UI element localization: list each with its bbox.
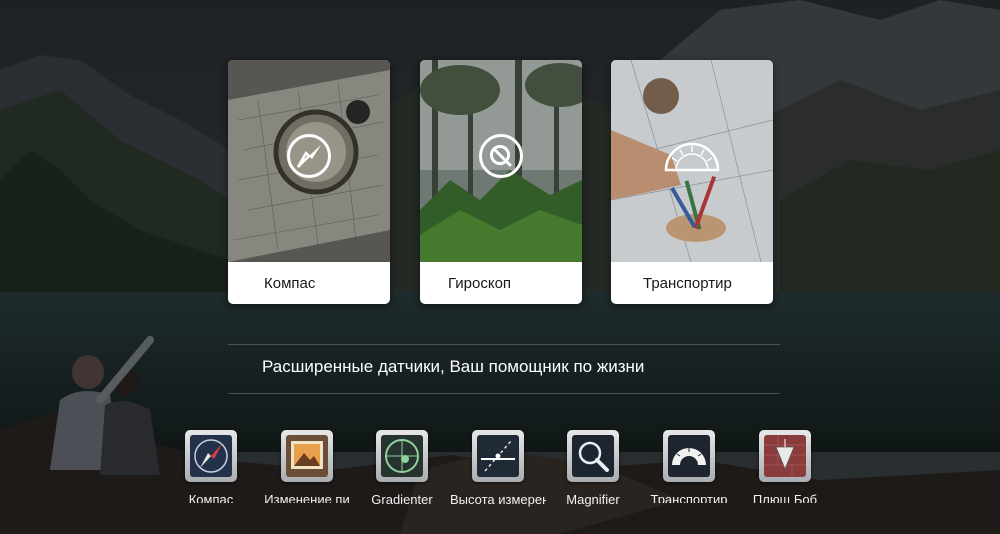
tool-label: Высота измерения bbox=[450, 492, 546, 507]
gyroscope-icon bbox=[479, 134, 523, 178]
divider-bottom bbox=[228, 393, 780, 394]
tool-label: Транспортир bbox=[650, 492, 728, 503]
tool-tile bbox=[663, 430, 715, 482]
feature-card-compass[interactable]: Компас bbox=[228, 60, 390, 304]
picture-frame-icon bbox=[286, 435, 328, 477]
tool-compass[interactable]: Компас bbox=[163, 430, 259, 510]
tool-tile bbox=[759, 430, 811, 482]
tool-height-measure[interactable]: Высота измерения bbox=[450, 430, 546, 510]
slogan-text: Расширенные датчики, Ваш помощник по жиз… bbox=[262, 357, 645, 376]
protractor-icon bbox=[668, 435, 710, 477]
card-label: Гироскоп bbox=[448, 275, 512, 292]
tool-label: Изменение пи bbox=[264, 492, 350, 503]
tool-tile bbox=[281, 430, 333, 482]
tool-tile bbox=[567, 430, 619, 482]
tool-label: Компас bbox=[188, 492, 234, 503]
protractor-icon bbox=[664, 134, 720, 178]
plumb-bob-icon bbox=[764, 435, 806, 477]
feature-card-protractor[interactable]: Транспортир bbox=[611, 60, 773, 304]
tool-tile bbox=[472, 430, 524, 482]
tool-tile bbox=[185, 430, 237, 482]
tool-magnifier[interactable]: Magnifier bbox=[545, 430, 641, 510]
height-measure-icon bbox=[477, 435, 519, 477]
compass-icon bbox=[287, 134, 331, 178]
feature-card-gyroscope[interactable]: Гироскоп bbox=[420, 60, 582, 304]
tool-label: Gradienter bbox=[371, 492, 433, 507]
card-label: Транспортир bbox=[643, 275, 732, 292]
divider-top bbox=[228, 344, 780, 345]
compass-icon bbox=[190, 435, 232, 477]
card-label: Компас bbox=[264, 275, 316, 292]
level-icon bbox=[381, 435, 423, 477]
tool-protractor[interactable]: Транспортир bbox=[641, 430, 737, 510]
tool-label: Magnifier bbox=[566, 492, 620, 507]
tool-label: Плющ Боб bbox=[752, 492, 818, 503]
tool-tile bbox=[376, 430, 428, 482]
tool-picture-change[interactable]: Изменение пи bbox=[259, 430, 355, 510]
tool-plumb-bob[interactable]: Плющ Боб bbox=[737, 430, 833, 510]
magnifier-icon bbox=[572, 435, 614, 477]
tool-gradienter[interactable]: Gradienter bbox=[354, 430, 450, 510]
